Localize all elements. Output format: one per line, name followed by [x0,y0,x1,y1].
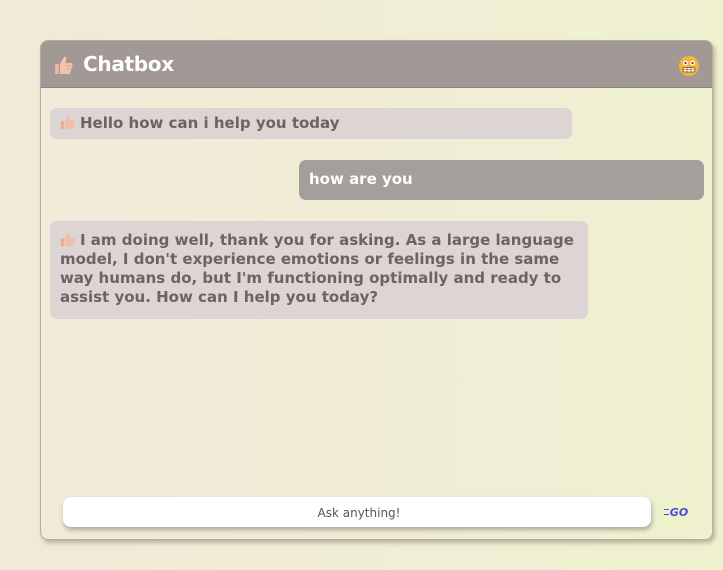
message-text: I am doing well, thank you for asking. A… [60,231,574,306]
thumbs-up-icon [60,115,75,130]
speed-lines-icon [663,509,669,515]
bot-message: I am doing well, thank you for asking. A… [50,221,588,319]
send-button[interactable]: GO [660,497,692,527]
message-input[interactable] [63,497,655,529]
message-input-wrapper [63,497,655,529]
thumbs-up-icon [60,232,75,247]
chatbox-window: Chatbox Hello how can i help you today h… [40,40,713,540]
chat-title: Chatbox [83,52,174,76]
thumbs-up-icon [55,56,73,74]
message-text: how are you [309,170,413,188]
send-label: GO [669,505,689,519]
user-message: how are you [299,160,704,200]
bot-message: Hello how can i help you today [50,108,572,139]
chat-header: Chatbox [41,41,712,88]
message-text: Hello how can i help you today [80,114,340,132]
grimace-emoji-icon[interactable] [678,55,700,77]
